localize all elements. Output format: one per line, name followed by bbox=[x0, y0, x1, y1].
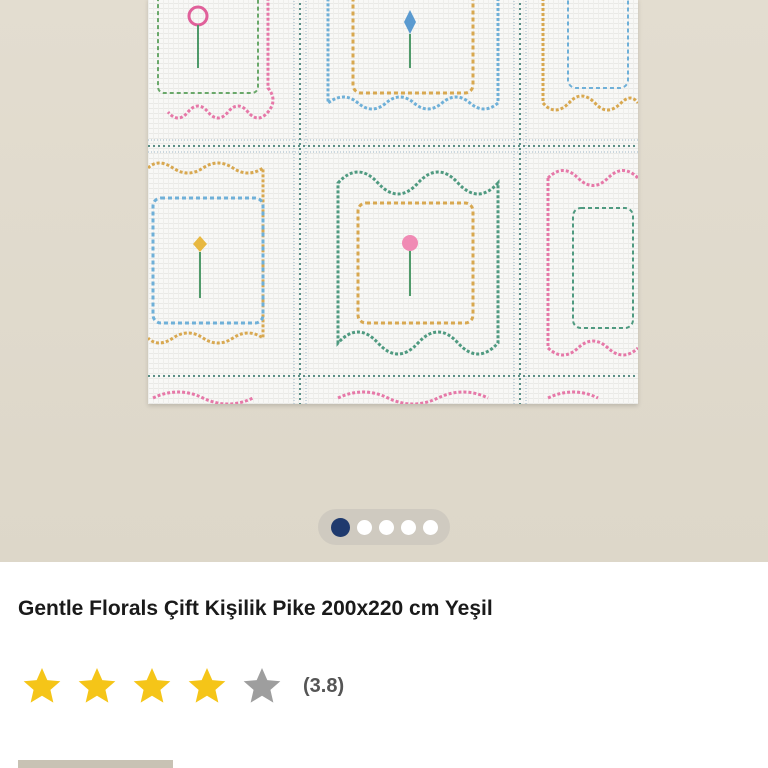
star-icon bbox=[188, 668, 226, 703]
carousel-dot[interactable] bbox=[400, 519, 416, 535]
rating-value[interactable]: (3.8) bbox=[303, 675, 344, 698]
star-icon bbox=[243, 668, 281, 703]
star-icon bbox=[78, 668, 116, 703]
color-variant-thumbnail[interactable] bbox=[18, 760, 173, 768]
carousel-dot-active[interactable] bbox=[330, 517, 350, 537]
carousel-dot[interactable] bbox=[356, 519, 372, 535]
product-title: Gentle Florals Çift Kişilik Pike 200x220… bbox=[18, 597, 493, 620]
carousel-indicator[interactable] bbox=[318, 509, 450, 545]
product-image[interactable] bbox=[148, 0, 638, 404]
carousel-dot[interactable] bbox=[422, 519, 438, 535]
product-image-gallery[interactable] bbox=[0, 0, 768, 562]
star-icon bbox=[23, 668, 61, 703]
carousel-dot[interactable] bbox=[378, 519, 394, 535]
star-icon bbox=[133, 668, 171, 703]
product-rating[interactable]: (3.8) bbox=[20, 662, 344, 710]
